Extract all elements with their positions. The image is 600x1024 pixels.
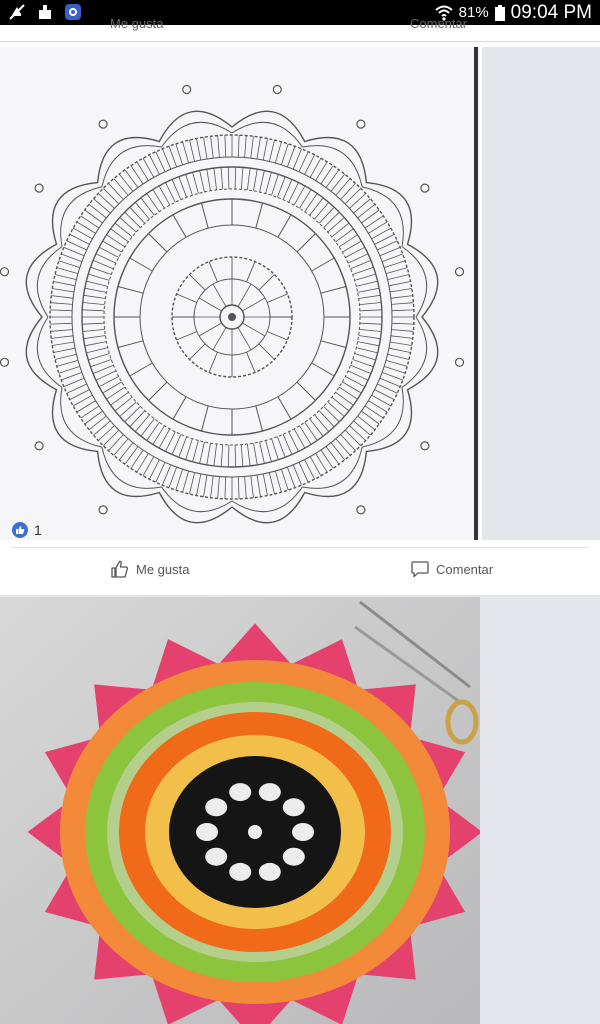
divider <box>12 547 588 548</box>
crochet-doily-photo-icon <box>0 597 480 1024</box>
image-border <box>474 47 478 540</box>
reaction-count: 1 <box>34 522 42 538</box>
divider <box>0 41 600 42</box>
crochet-diagram-icon <box>0 47 480 540</box>
like-reaction-icon <box>12 522 28 538</box>
crochet-doily-photo[interactable] <box>0 597 480 1024</box>
feed-post-2 <box>0 597 600 1024</box>
feed-gutter <box>482 47 600 540</box>
previous-post-actions-clipped: Me gusta Comentar <box>0 16 600 38</box>
clipped-like-label[interactable]: Me gusta <box>110 16 163 31</box>
like-label: Me gusta <box>136 561 190 577</box>
thumbs-up-icon <box>111 560 129 578</box>
feed-post-1: Me gusta Comentar 1 Me gusta Comentar <box>0 16 600 595</box>
comment-icon <box>411 561 429 578</box>
like-button[interactable]: Me gusta <box>110 559 189 579</box>
comment-label: Comentar <box>436 561 494 577</box>
reaction-summary[interactable]: 1 <box>12 522 42 538</box>
crochet-diagram-image[interactable] <box>0 47 480 540</box>
clipped-comment-label[interactable]: Comentar <box>410 16 467 31</box>
comment-button[interactable]: Comentar <box>410 559 493 579</box>
